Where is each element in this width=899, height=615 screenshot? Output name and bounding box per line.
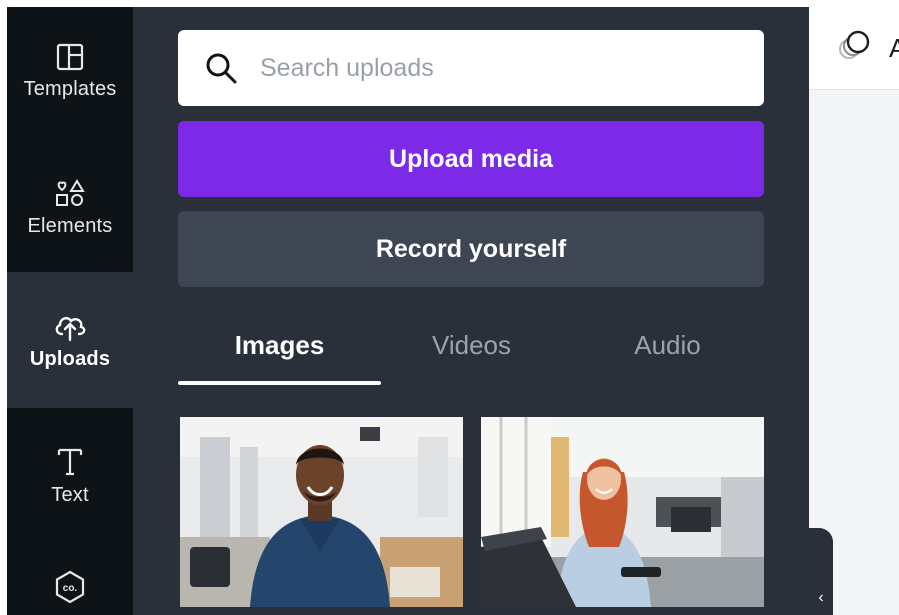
uploads-panel: Upload media Record yourself Images Vide…	[133, 7, 809, 615]
search-input[interactable]	[258, 52, 742, 84]
animate-icon	[839, 30, 870, 59]
text-icon	[57, 448, 83, 475]
svg-text:co.: co.	[63, 583, 78, 594]
header-partial-label: A	[889, 33, 899, 63]
chevron-left-icon: ‹	[818, 589, 824, 606]
app-window: Templates Elements Uploads Text co. Sear…	[0, 0, 899, 615]
tab-videos[interactable]: Videos	[370, 322, 573, 384]
sidebar-item-uploads[interactable]: Uploads	[7, 272, 133, 408]
tab-images[interactable]: Images	[178, 322, 381, 384]
photo-man-office	[180, 417, 463, 607]
upload-thumbnail-2[interactable]	[481, 417, 764, 607]
canvas-area	[809, 7, 899, 615]
brand-icon: co.	[55, 570, 85, 604]
sidebar-item-label: Text	[51, 483, 89, 506]
record-yourself-button[interactable]: Record yourself	[178, 211, 764, 287]
sidebar-item-label: Elements	[27, 214, 113, 237]
search-box[interactable]	[178, 30, 764, 106]
upload-thumbnail-1[interactable]	[180, 417, 463, 607]
search-icon	[206, 53, 237, 84]
tab-audio[interactable]: Audio	[566, 322, 769, 384]
editor-header: A	[809, 7, 899, 90]
active-tab-indicator	[178, 381, 381, 385]
media-tabs: Images Videos Audio	[178, 322, 764, 385]
sidebar-item-templates[interactable]: Templates	[7, 7, 133, 135]
top-edge	[0, 0, 899, 7]
collapse-panel-button[interactable]: ‹	[809, 528, 833, 615]
sidebar-item-label: Uploads	[29, 347, 111, 370]
elements-icon	[56, 178, 85, 206]
photo-woman-laptop	[481, 417, 764, 607]
upload-media-button[interactable]: Upload media	[178, 121, 764, 197]
uploads-icon	[55, 316, 86, 341]
sidebar-item-label: Templates	[23, 77, 117, 100]
sidebar-item-brand[interactable]: co.	[7, 544, 133, 615]
sidebar-item-text[interactable]: Text	[7, 408, 133, 544]
templates-icon	[56, 43, 84, 70]
sidebar-item-elements[interactable]: Elements	[7, 143, 133, 271]
